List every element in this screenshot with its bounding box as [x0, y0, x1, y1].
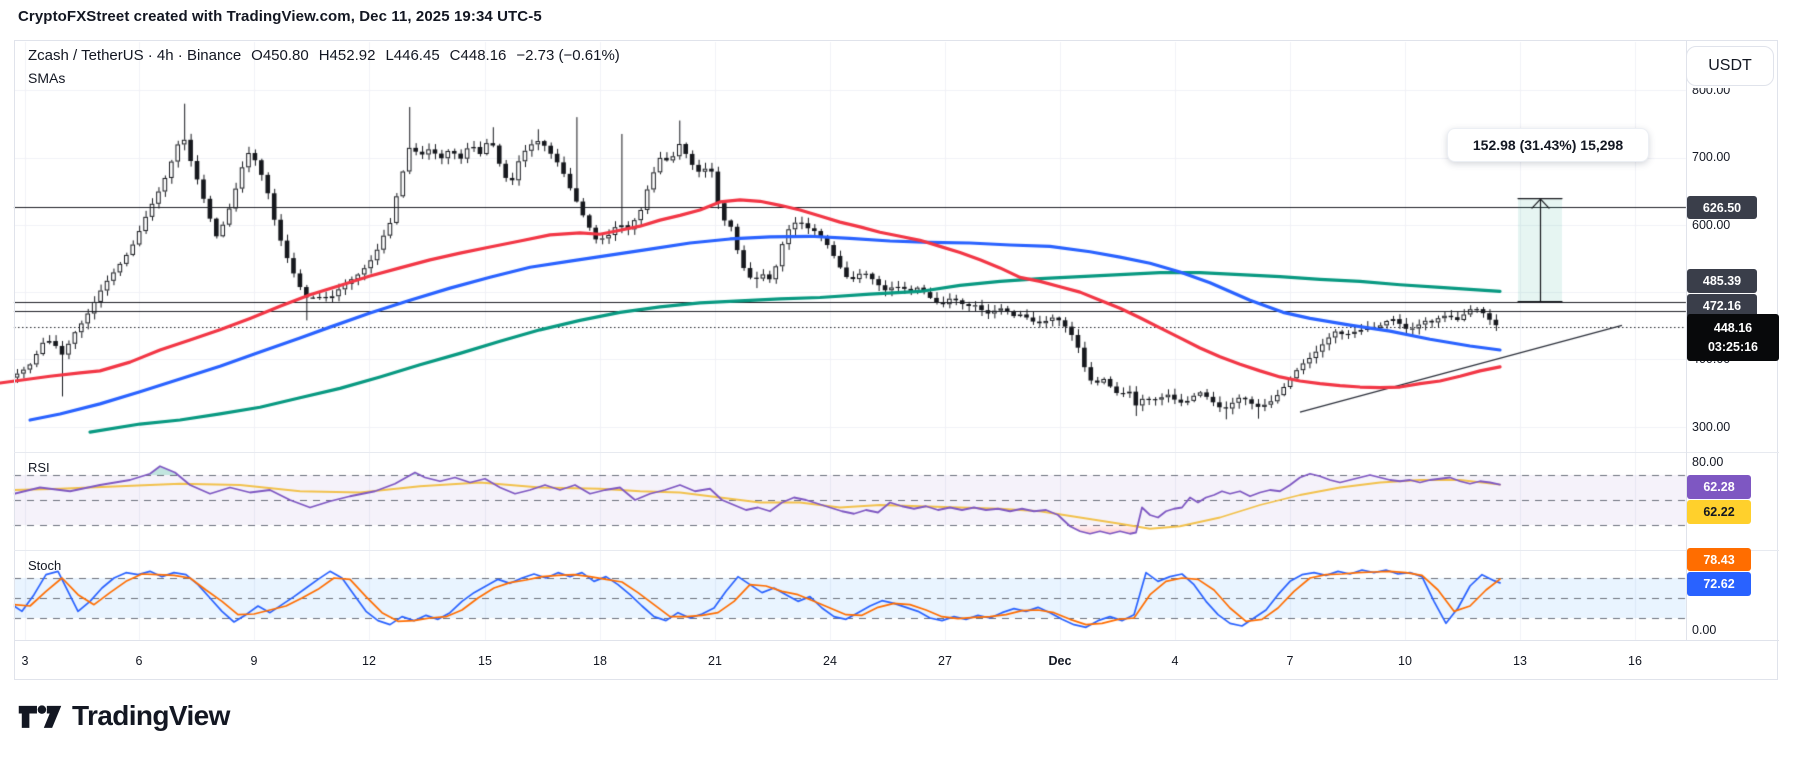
time-axis-label: 4: [1171, 654, 1179, 668]
symbol-title[interactable]: Zcash / TetherUS · 4h · Binance: [28, 47, 241, 64]
price-axis-badge: 72.62: [1687, 572, 1751, 596]
legend-rsi[interactable]: RSI: [28, 460, 50, 475]
time-axis-label: 24: [823, 654, 837, 668]
bar-countdown: 03:25:16: [1707, 339, 1759, 354]
time-axis-label: 9: [250, 654, 258, 668]
time-axis-label: 12: [362, 654, 376, 668]
tradingview-logo[interactable]: TradingView: [18, 700, 230, 732]
pane-separator-rsi[interactable]: [14, 452, 1779, 453]
symbol-info-row: Zcash / TetherUS · 4h · Binance O450.80 …: [28, 47, 620, 64]
price-axis-badge: 485.39: [1687, 269, 1757, 293]
measurement-tooltip: 152.98 (31.43%) 15,298: [1447, 128, 1649, 162]
time-axis-label: 7: [1286, 654, 1294, 668]
last-price-badge: 448.16 03:25:16: [1687, 314, 1779, 361]
ohlc-high: H452.92: [318, 47, 376, 64]
time-axis-label: 15: [478, 654, 492, 668]
time-axis-label: 13: [1513, 654, 1527, 668]
time-axis-label: Dec: [1048, 654, 1072, 668]
price-axis-label: 300.00: [1692, 420, 1731, 434]
price-axis-label: 0.00: [1692, 623, 1717, 637]
tradingview-logo-text: TradingView: [72, 700, 230, 731]
last-price-value: 448.16: [1713, 320, 1753, 335]
time-axis-label: 18: [593, 654, 607, 668]
change-value: −2.73 (−0.61%): [516, 47, 620, 64]
attribution-header: CryptoFXStreet created with TradingView.…: [18, 8, 542, 25]
ohlc-open: O450.80: [251, 47, 309, 64]
tradingview-screenshot: CryptoFXStreet created with TradingView.…: [0, 0, 1793, 773]
tradingview-logo-icon: [18, 704, 62, 728]
time-axis-label: 6: [135, 654, 143, 668]
ohlc-close: C448.16: [449, 47, 507, 64]
time-axis-label: 21: [708, 654, 722, 668]
time-axis-label: 3: [21, 654, 29, 668]
legend-smas[interactable]: SMAs: [28, 70, 65, 86]
price-axis-label: 80.00: [1692, 455, 1724, 469]
price-axis-badge: 62.22: [1687, 500, 1751, 524]
pane-separator-stoch[interactable]: [14, 550, 1779, 551]
time-axis-label: 27: [938, 654, 952, 668]
ohlc-low: L446.45: [385, 47, 440, 64]
price-axis-badge: 62.28: [1687, 475, 1751, 499]
legend-stoch[interactable]: Stoch: [28, 558, 61, 573]
time-axis-label: 10: [1398, 654, 1412, 668]
price-axis-badge: 78.43: [1687, 548, 1751, 571]
price-axis-label: 600.00: [1692, 218, 1731, 232]
price-axis-badge: 626.50: [1687, 196, 1757, 219]
time-axis-label: 16: [1628, 654, 1642, 668]
price-axis-label: 700.00: [1692, 150, 1731, 164]
